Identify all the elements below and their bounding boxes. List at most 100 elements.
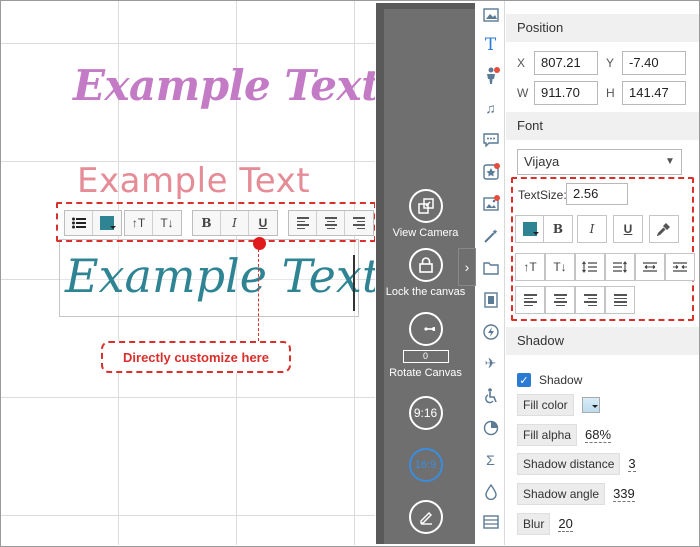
format-painter-icon[interactable] bbox=[649, 215, 679, 243]
edit-camera-control[interactable] bbox=[376, 500, 475, 534]
font-color-button[interactable] bbox=[93, 211, 121, 235]
notification-dot bbox=[494, 67, 500, 73]
flash-icon[interactable] bbox=[480, 321, 501, 342]
y-field[interactable]: -7.40 bbox=[622, 51, 686, 75]
font-family-value: Vijaya bbox=[524, 154, 560, 169]
fill-color-picker[interactable] bbox=[581, 397, 600, 413]
align-right-icon[interactable] bbox=[575, 286, 605, 314]
x-field[interactable]: 807.21 bbox=[534, 51, 598, 75]
char-spacing-out-icon[interactable] bbox=[635, 253, 665, 281]
view-camera-control[interactable]: View Camera bbox=[376, 189, 475, 239]
film-icon[interactable] bbox=[480, 289, 501, 310]
align-left-icon[interactable] bbox=[515, 286, 545, 314]
shadow-toggle[interactable]: ✓ Shadow bbox=[517, 373, 582, 387]
fill-alpha-value[interactable]: 68% bbox=[585, 427, 612, 443]
sigma-icon[interactable]: Σ bbox=[480, 449, 501, 470]
airplane-icon[interactable]: ✈ bbox=[480, 353, 501, 374]
shadow-angle-value[interactable]: 339 bbox=[613, 486, 635, 502]
shadow-heading: Shadow bbox=[506, 327, 699, 355]
font-color-button[interactable] bbox=[515, 215, 545, 243]
camera-panel-top-bar bbox=[384, 3, 475, 9]
underline-button[interactable]: U bbox=[249, 211, 277, 235]
align-center-icon[interactable] bbox=[545, 286, 575, 314]
tool-icon-strip: T ♫ ✈ Σ bbox=[476, 1, 505, 545]
editing-canvas[interactable]: Example Text Example Text Example Text ↑… bbox=[1, 1, 375, 545]
paragraph-spacing-icon[interactable] bbox=[605, 253, 635, 281]
pie-chart-icon[interactable] bbox=[480, 417, 501, 438]
rotate-dial-icon[interactable] bbox=[408, 312, 443, 346]
checkbox-checked-icon[interactable]: ✓ bbox=[517, 373, 531, 387]
chevron-right-icon[interactable]: › bbox=[458, 248, 476, 286]
ratio-16-9-button[interactable]: 16:9 bbox=[408, 448, 443, 482]
speech-bubble-icon[interactable] bbox=[480, 129, 501, 150]
chevron-down-icon[interactable]: ▼ bbox=[659, 150, 681, 174]
align-left-icon[interactable] bbox=[289, 211, 317, 235]
color-swatch-icon bbox=[100, 216, 116, 230]
view-camera-label: View Camera bbox=[392, 227, 459, 239]
blur-label: Blur bbox=[517, 513, 551, 535]
fill-alpha-row: Fill alpha 68% bbox=[517, 424, 612, 446]
bold-button[interactable]: B bbox=[193, 211, 221, 235]
properties-panel: Position X 807.21 Y -7.40 W 911.70 H 141… bbox=[506, 1, 699, 545]
font-family-select[interactable]: Vijaya ▼ bbox=[517, 149, 682, 175]
magic-wand-icon[interactable] bbox=[480, 225, 501, 246]
rotate-canvas-control[interactable]: 0 Rotate Canvas bbox=[376, 312, 475, 379]
underline-button[interactable]: U bbox=[613, 215, 643, 243]
view-camera-icon[interactable] bbox=[408, 189, 443, 223]
folder-icon[interactable] bbox=[480, 257, 501, 278]
size-group: ↑T T↓ bbox=[124, 210, 182, 236]
text-icon[interactable]: T bbox=[480, 34, 501, 55]
music-icon[interactable]: ♫ bbox=[480, 97, 501, 118]
blur-value[interactable]: 20 bbox=[558, 516, 573, 532]
align-center-icon[interactable] bbox=[317, 211, 345, 235]
fill-alpha-label: Fill alpha bbox=[517, 424, 578, 446]
shadow-angle-row: Shadow angle 339 bbox=[517, 483, 635, 505]
w-field[interactable]: 911.70 bbox=[534, 81, 598, 105]
accessibility-icon[interactable] bbox=[480, 385, 501, 406]
line-spacing-icon[interactable] bbox=[575, 253, 605, 281]
increase-size-button[interactable]: ↑T bbox=[125, 211, 153, 235]
list-icon[interactable] bbox=[65, 211, 93, 235]
person-icon[interactable] bbox=[480, 65, 501, 86]
italic-button[interactable]: I bbox=[577, 215, 607, 243]
ratio-9-16-button[interactable]: 9:16 bbox=[408, 396, 443, 430]
char-spacing-in-icon[interactable] bbox=[665, 253, 695, 281]
align-right-icon[interactable] bbox=[345, 211, 373, 235]
align-group bbox=[288, 210, 374, 236]
ratio-9-16-control[interactable]: 9:16 bbox=[376, 396, 475, 430]
callout-leader-line bbox=[258, 249, 259, 341]
decrease-size-button[interactable]: T↓ bbox=[545, 253, 575, 281]
color-swatch-icon bbox=[523, 222, 539, 236]
image-icon[interactable] bbox=[480, 4, 501, 25]
notification-dot bbox=[494, 163, 500, 169]
ratio-16-9-control[interactable]: 16:9 bbox=[376, 448, 475, 482]
text-size-label: TextSize: bbox=[518, 188, 567, 202]
picture-icon[interactable] bbox=[480, 193, 501, 214]
callout-label: Directly customize here bbox=[101, 341, 291, 373]
blur-row: Blur 20 bbox=[517, 513, 573, 535]
shadow-distance-value[interactable]: 3 bbox=[628, 456, 636, 472]
edit-pencil-icon[interactable] bbox=[408, 500, 443, 534]
shadow-angle-label: Shadow angle bbox=[517, 483, 606, 505]
lock-icon[interactable] bbox=[408, 248, 443, 282]
font-heading: Font bbox=[506, 112, 699, 140]
h-field[interactable]: 141.47 bbox=[622, 81, 686, 105]
y-label: Y bbox=[606, 56, 615, 70]
text-size-field[interactable]: 2.56 bbox=[566, 183, 628, 205]
example-text-pink[interactable]: Example Text bbox=[77, 161, 310, 201]
fill-color-row: Fill color bbox=[517, 394, 600, 416]
shadow-distance-row: Shadow distance 3 bbox=[517, 453, 636, 475]
increase-size-button[interactable]: ↑T bbox=[515, 253, 545, 281]
notification-dot bbox=[494, 195, 500, 201]
rotate-value-field[interactable]: 0 bbox=[402, 350, 449, 363]
decrease-size-button[interactable]: T↓ bbox=[153, 211, 181, 235]
example-text-selected[interactable]: Example Text bbox=[65, 249, 375, 303]
shadow-checkbox-label: Shadow bbox=[539, 373, 583, 387]
bold-button[interactable]: B bbox=[543, 215, 573, 243]
italic-button[interactable]: I bbox=[221, 211, 249, 235]
sticker-icon[interactable] bbox=[480, 161, 501, 182]
drop-icon[interactable] bbox=[480, 481, 501, 502]
example-text-script[interactable]: Example Text bbox=[73, 61, 375, 110]
layers-icon[interactable] bbox=[480, 511, 501, 532]
align-justify-icon[interactable] bbox=[605, 286, 635, 314]
